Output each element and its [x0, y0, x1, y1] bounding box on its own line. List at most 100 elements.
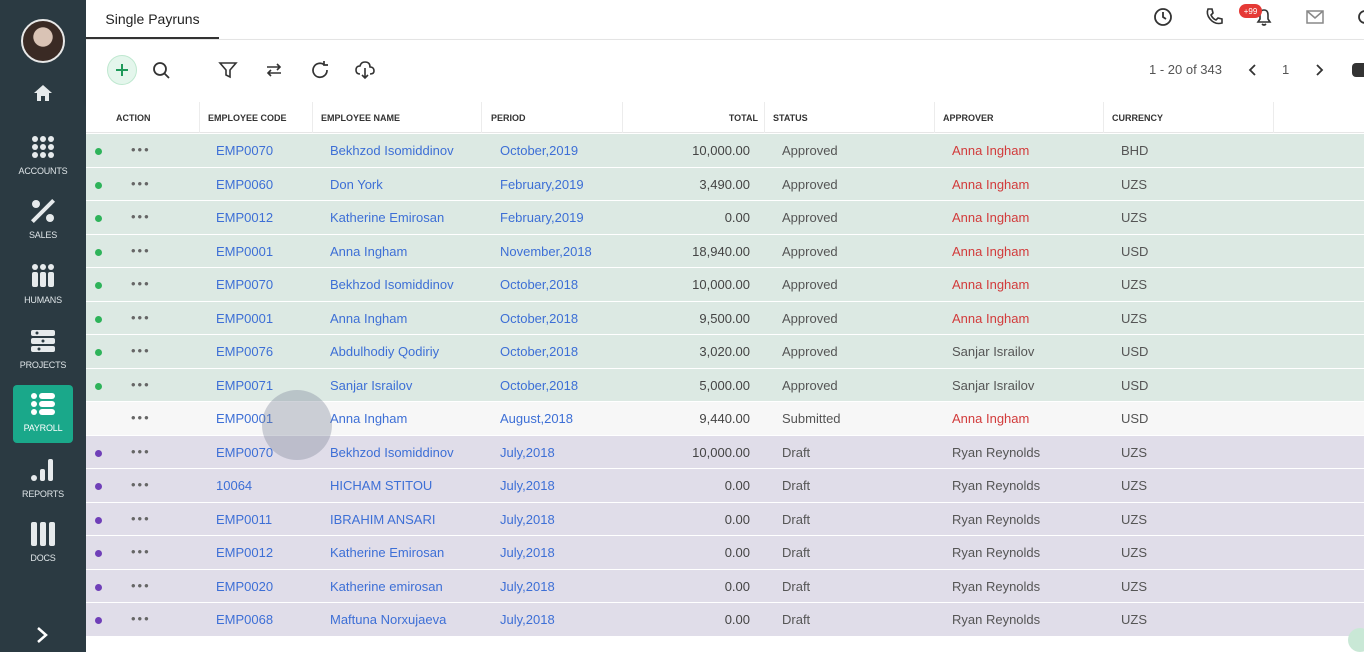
mail-icon[interactable] [1304, 6, 1326, 28]
sidebar-item-payroll[interactable]: PAYROLL [13, 385, 73, 443]
table-row[interactable]: ••• EMP0020 Katherine emirosan July,2018 0.0… [86, 569, 1364, 603]
clock-icon[interactable] [1152, 6, 1174, 28]
row-actions-menu-icon[interactable]: ••• [131, 243, 151, 258]
table-row[interactable]: ••• EMP0070 Bekhzod Isomiddinov October,201… [86, 268, 1364, 302]
row-actions-menu-icon[interactable]: ••• [131, 544, 151, 559]
period[interactable]: July,2018 [500, 445, 555, 460]
refresh-icon[interactable] [309, 59, 331, 81]
employee-code[interactable]: EMP0011 [216, 512, 272, 527]
row-actions-menu-icon[interactable]: ••• [131, 410, 151, 425]
employee-name[interactable]: Sanjar Israilov [330, 378, 412, 393]
row-actions-menu-icon[interactable]: ••• [131, 611, 151, 626]
row-actions-menu-icon[interactable]: ••• [131, 444, 151, 459]
period[interactable]: July,2018 [500, 612, 555, 627]
column-total[interactable]: TOTAL [623, 102, 765, 133]
table-row[interactable]: ••• EMP0076 Abdulhodiy Qodiriy October,2018… [86, 335, 1364, 369]
table-row[interactable]: ••• EMP0011 IBRAHIM ANSARI July,2018 0.00 Dra… [86, 502, 1364, 536]
employee-name[interactable]: Abdulhodiy Qodiriy [330, 344, 439, 359]
column-status[interactable]: STATUS [765, 102, 935, 133]
sidebar-item-humans[interactable]: HUMANS [13, 257, 73, 315]
employee-code[interactable]: EMP0068 [216, 612, 273, 627]
home-icon[interactable] [33, 84, 53, 102]
search-icon[interactable] [150, 59, 172, 81]
employee-code[interactable]: EMP0001 [216, 244, 273, 259]
period[interactable]: October,2018 [500, 311, 578, 326]
row-actions-menu-icon[interactable]: ••• [131, 142, 151, 157]
gear-icon[interactable] [1354, 6, 1364, 28]
period[interactable]: July,2018 [500, 512, 555, 527]
sidebar-item-accounts[interactable]: ACCOUNTS [13, 128, 73, 186]
table-row[interactable]: ••• 10064 HICHAM STITOU July,2018 0.00 Draft R… [86, 469, 1364, 503]
table-row[interactable]: ••• EMP0012 Katherine Emirosan February,201… [86, 201, 1364, 235]
employee-code[interactable]: EMP0076 [216, 344, 273, 359]
table-row[interactable]: ••• EMP0012 Katherine Emirosan July,2018 0.0… [86, 536, 1364, 570]
filter-icon[interactable] [217, 59, 239, 81]
add-button[interactable] [107, 55, 137, 85]
employee-name[interactable]: HICHAM STITOU [330, 478, 432, 493]
sidebar-item-projects[interactable]: PROJECTS [13, 322, 73, 380]
employee-name[interactable]: Bekhzod Isomiddinov [330, 277, 454, 292]
tab-single-payruns[interactable]: Single Payruns [86, 0, 219, 39]
employee-code[interactable]: EMP0070 [216, 445, 273, 460]
chevron-right-icon[interactable] [34, 626, 50, 644]
sidebar-item-docs[interactable]: DOCS [13, 515, 73, 573]
employee-name[interactable]: Maftuna Norxujaeva [330, 612, 446, 627]
column-employee-code[interactable]: EMPLOYEE CODE [200, 102, 313, 133]
chat-icon[interactable] [1348, 628, 1364, 652]
employee-name[interactable]: Bekhzod Isomiddinov [330, 143, 454, 158]
period[interactable]: July,2018 [500, 579, 555, 594]
table-row[interactable]: ••• EMP0001 Anna Ingham November,2018 18,940… [86, 234, 1364, 268]
table-row[interactable]: ••• EMP0070 Bekhzod Isomiddinov October,201… [86, 134, 1364, 168]
employee-code[interactable]: EMP0070 [216, 143, 273, 158]
column-employee-name[interactable]: EMPLOYEE NAME [313, 102, 482, 133]
row-actions-menu-icon[interactable]: ••• [131, 209, 151, 224]
table-row[interactable]: ••• EMP0001 Anna Ingham October,2018 9,500.0… [86, 301, 1364, 335]
period[interactable]: October,2018 [500, 277, 578, 292]
sidebar-item-reports[interactable]: REPORTS [13, 451, 73, 509]
row-actions-menu-icon[interactable]: ••• [131, 477, 151, 492]
table-row[interactable]: ••• EMP0068 Maftuna Norxujaeva July,2018 0.0… [86, 603, 1364, 637]
employee-code[interactable]: EMP0071 [216, 378, 273, 393]
employee-name[interactable]: Bekhzod Isomiddinov [330, 445, 454, 460]
toggle-icon[interactable] [1352, 62, 1364, 78]
period[interactable]: October,2019 [500, 143, 578, 158]
table-row[interactable]: ••• EMP0060 Don York February,2019 3,490.00 A… [86, 167, 1364, 201]
period[interactable]: October,2018 [500, 344, 578, 359]
row-actions-menu-icon[interactable]: ••• [131, 276, 151, 291]
chevron-right-icon[interactable] [1312, 62, 1326, 78]
employee-code[interactable]: 10064 [216, 478, 252, 493]
column-approver[interactable]: APPROVER [935, 102, 1104, 133]
employee-name[interactable]: Anna Ingham [330, 311, 407, 326]
employee-name[interactable]: Anna Ingham [330, 244, 407, 259]
employee-name[interactable]: Katherine Emirosan [330, 210, 444, 225]
period[interactable]: July,2018 [500, 545, 555, 560]
employee-name[interactable]: Katherine emirosan [330, 579, 443, 594]
row-actions-menu-icon[interactable]: ••• [131, 511, 151, 526]
row-actions-menu-icon[interactable]: ••• [131, 176, 151, 191]
phone-icon[interactable] [1203, 6, 1225, 28]
period[interactable]: August,2018 [500, 411, 573, 426]
employee-code[interactable]: EMP0012 [216, 210, 273, 225]
period[interactable]: July,2018 [500, 478, 555, 493]
employee-name[interactable]: IBRAHIM ANSARI [330, 512, 435, 527]
row-actions-menu-icon[interactable]: ••• [131, 377, 151, 392]
employee-name[interactable]: Anna Ingham [330, 411, 407, 426]
employee-code[interactable]: EMP0001 [216, 311, 273, 326]
column-period[interactable]: PERIOD [483, 102, 623, 133]
period[interactable]: October,2018 [500, 378, 578, 393]
employee-code[interactable]: EMP0060 [216, 177, 273, 192]
employee-name[interactable]: Katherine Emirosan [330, 545, 444, 560]
sidebar-item-sales[interactable]: SALES [13, 192, 73, 250]
avatar[interactable] [21, 19, 65, 63]
column-currency[interactable]: CURRENCY [1104, 102, 1274, 133]
current-page[interactable]: 1 [1282, 62, 1289, 77]
row-actions-menu-icon[interactable]: ••• [131, 578, 151, 593]
period[interactable]: February,2019 [500, 210, 584, 225]
cloud-download-icon[interactable] [354, 59, 376, 81]
employee-code[interactable]: EMP0070 [216, 277, 273, 292]
employee-name[interactable]: Don York [330, 177, 383, 192]
period[interactable]: February,2019 [500, 177, 584, 192]
row-actions-menu-icon[interactable]: ••• [131, 343, 151, 358]
employee-code[interactable]: EMP0020 [216, 579, 273, 594]
period[interactable]: November,2018 [500, 244, 592, 259]
